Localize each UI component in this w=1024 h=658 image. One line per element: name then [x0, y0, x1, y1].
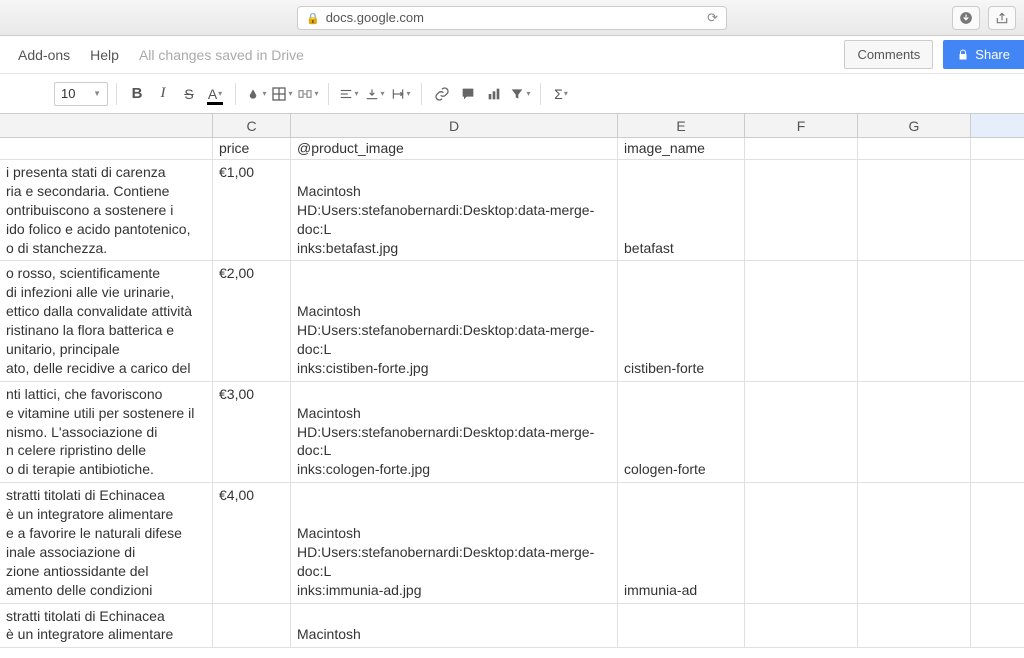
column-header-e[interactable]: E: [618, 114, 745, 137]
vertical-align-button[interactable]: ▾: [363, 81, 387, 107]
insert-chart-button[interactable]: [482, 81, 506, 107]
share-label: Share: [975, 47, 1010, 62]
strikethrough-button[interactable]: S: [177, 81, 201, 107]
cell[interactable]: [0, 138, 213, 159]
lock-icon: [957, 49, 969, 61]
cell[interactable]: [971, 138, 1024, 159]
cell-price[interactable]: €4,00: [213, 483, 291, 602]
table-row: o rosso, scientificamente di infezioni a…: [0, 261, 1024, 381]
save-status: All changes saved in Drive: [139, 47, 304, 63]
filter-button[interactable]: ▾: [508, 81, 532, 107]
cell[interactable]: [971, 604, 1024, 648]
cell-description[interactable]: i presenta stati di carenza ria e second…: [0, 160, 213, 260]
browser-downloads-button[interactable]: [952, 6, 980, 30]
table-row: stratti titolati di Echinacea è un integ…: [0, 604, 1024, 649]
spreadsheet: C D E F G H price @product_image image_n…: [0, 114, 1024, 658]
reload-icon[interactable]: ⟳: [707, 10, 718, 26]
separator: [116, 83, 117, 105]
cell-description[interactable]: stratti titolati di Echinacea è un integ…: [0, 483, 213, 602]
cell-description[interactable]: o rosso, scientificamente di infezioni a…: [0, 261, 213, 380]
column-header-h[interactable]: H: [971, 114, 1024, 137]
text-wrap-button[interactable]: ▾: [389, 81, 413, 107]
column-headers: C D E F G H: [0, 114, 1024, 138]
cell-description[interactable]: nti lattici, che favoriscono e vitamine …: [0, 382, 213, 482]
url-box[interactable]: 🔒 docs.google.com ⟳: [297, 6, 727, 30]
cell-image-name[interactable]: [618, 604, 745, 648]
toolbar: 10 ▼ B I S A▾ ▾ ▾ ▾ ▾ ▾ ▾ ▾ Σ▾: [0, 74, 1024, 114]
functions-button[interactable]: Σ▾: [549, 81, 573, 107]
cell[interactable]: [745, 160, 858, 260]
font-size-select[interactable]: 10 ▼: [54, 82, 108, 106]
cell[interactable]: [858, 382, 971, 482]
menu-bar: Add-ons Help All changes saved in Drive …: [0, 36, 1024, 74]
column-header-d[interactable]: D: [291, 114, 618, 137]
insert-link-button[interactable]: [430, 81, 454, 107]
cell-price[interactable]: €1,00: [213, 160, 291, 260]
grid: price @product_image image_name i presen…: [0, 138, 1024, 648]
cell[interactable]: [745, 483, 858, 602]
insert-comment-button[interactable]: [456, 81, 480, 107]
cell[interactable]: [858, 160, 971, 260]
cell[interactable]: [745, 138, 858, 159]
cell[interactable]: [971, 261, 1024, 380]
cell[interactable]: [858, 261, 971, 380]
cell[interactable]: [858, 138, 971, 159]
table-row: i presenta stati di carenza ria e second…: [0, 160, 1024, 261]
menu-help[interactable]: Help: [80, 41, 129, 69]
bold-button[interactable]: B: [125, 81, 149, 107]
cell-image-name-header[interactable]: image_name: [618, 138, 745, 159]
cell-image-name[interactable]: immunia-ad: [618, 483, 745, 602]
separator: [421, 83, 422, 105]
cell-path[interactable]: Macintosh: [291, 604, 618, 648]
cell-path[interactable]: Macintosh HD:Users:stefanobernardi:Deskt…: [291, 483, 618, 602]
borders-button[interactable]: ▾: [270, 81, 294, 107]
text-color-button[interactable]: A▾: [203, 81, 227, 107]
cell[interactable]: [858, 483, 971, 602]
cell-price-header[interactable]: price: [213, 138, 291, 159]
url-domain: docs.google.com: [326, 10, 424, 25]
cell[interactable]: [858, 604, 971, 648]
table-header-row: price @product_image image_name: [0, 138, 1024, 160]
cell-description[interactable]: stratti titolati di Echinacea è un integ…: [0, 604, 213, 648]
separator: [328, 83, 329, 105]
cell-price[interactable]: €2,00: [213, 261, 291, 380]
browser-address-bar: 🔒 docs.google.com ⟳: [0, 0, 1024, 36]
cell-product-image-header[interactable]: @product_image: [291, 138, 618, 159]
cell-price[interactable]: [213, 604, 291, 648]
cell[interactable]: [971, 160, 1024, 260]
cell[interactable]: [971, 483, 1024, 602]
column-header-f[interactable]: F: [745, 114, 858, 137]
chevron-down-icon: ▼: [93, 89, 101, 98]
cell[interactable]: [745, 604, 858, 648]
font-size-value: 10: [61, 86, 75, 101]
browser-share-button[interactable]: [988, 6, 1016, 30]
cell[interactable]: [745, 382, 858, 482]
horizontal-align-button[interactable]: ▾: [337, 81, 361, 107]
column-header-partial[interactable]: [0, 114, 213, 137]
cell-image-name[interactable]: cistiben-forte: [618, 261, 745, 380]
italic-button[interactable]: I: [151, 81, 175, 107]
cell-path[interactable]: Macintosh HD:Users:stefanobernardi:Deskt…: [291, 160, 618, 260]
cell-image-name[interactable]: betafast: [618, 160, 745, 260]
separator: [235, 83, 236, 105]
cell-path[interactable]: Macintosh HD:Users:stefanobernardi:Deskt…: [291, 382, 618, 482]
separator: [540, 83, 541, 105]
merge-cells-button[interactable]: ▾: [296, 81, 320, 107]
cell-image-name[interactable]: cologen-forte: [618, 382, 745, 482]
share-button[interactable]: Share: [943, 40, 1024, 69]
cell-path[interactable]: Macintosh HD:Users:stefanobernardi:Deskt…: [291, 261, 618, 380]
column-header-g[interactable]: G: [858, 114, 971, 137]
comments-button[interactable]: Comments: [844, 40, 933, 69]
table-row: stratti titolati di Echinacea è un integ…: [0, 483, 1024, 603]
cell-price[interactable]: €3,00: [213, 382, 291, 482]
menu-addons[interactable]: Add-ons: [8, 41, 80, 69]
cell[interactable]: [745, 261, 858, 380]
column-header-c[interactable]: C: [213, 114, 291, 137]
table-row: nti lattici, che favoriscono e vitamine …: [0, 382, 1024, 483]
cell[interactable]: [971, 382, 1024, 482]
lock-icon: 🔒: [306, 13, 320, 25]
fill-color-button[interactable]: ▾: [244, 81, 268, 107]
